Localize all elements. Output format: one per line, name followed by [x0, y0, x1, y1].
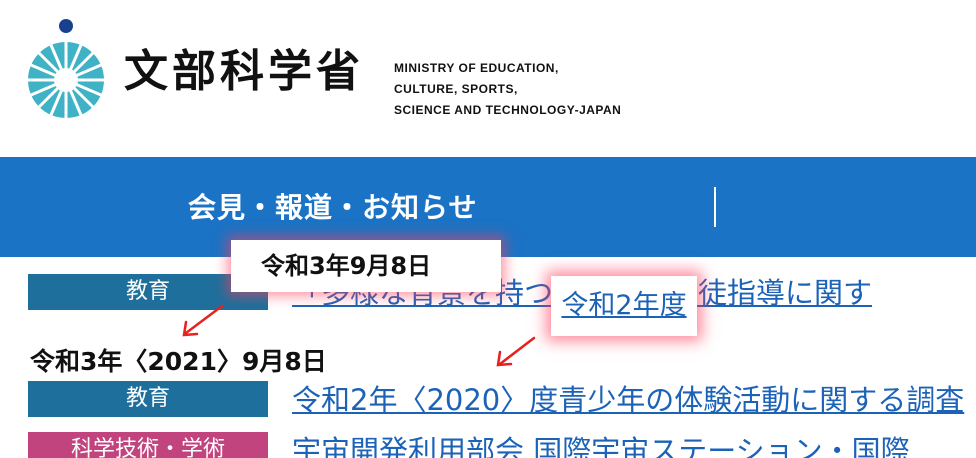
category-badge-science: 科学技術・学術	[28, 432, 268, 458]
logo-en-line: MINISTRY OF EDUCATION,	[394, 61, 559, 75]
arrow-to-date-icon	[184, 304, 224, 335]
logo-english-name: MINISTRY OF EDUCATION, CULTURE, SPORTS, …	[394, 58, 621, 121]
nav-item-press-news[interactable]: 会見・報道・お知らせ	[188, 186, 477, 226]
category-badge-education: 教育	[28, 381, 268, 417]
arrow-to-year-icon	[498, 336, 536, 366]
logo-en-line: CULTURE, SPORTS,	[394, 82, 518, 96]
date-tooltip: 令和3年9月8日	[231, 240, 501, 292]
year-tooltip-link[interactable]: 令和2年度	[551, 276, 697, 336]
news-link[interactable]: 宇宙開発利用部会 国際宇宙ステーション・国際	[292, 428, 910, 458]
news-date-heading: 令和3年〈2021〉9月8日	[30, 347, 327, 376]
news-link[interactable]: 令和2年〈2020〉度青少年の体験活動に関する調査	[292, 377, 964, 419]
logo-wordmark[interactable]: 文部科学省	[124, 44, 364, 100]
mext-emblem-icon	[28, 19, 104, 118]
nav-divider	[714, 187, 716, 227]
logo-en-line: SCIENCE AND TECHNOLOGY-JAPAN	[394, 103, 622, 117]
